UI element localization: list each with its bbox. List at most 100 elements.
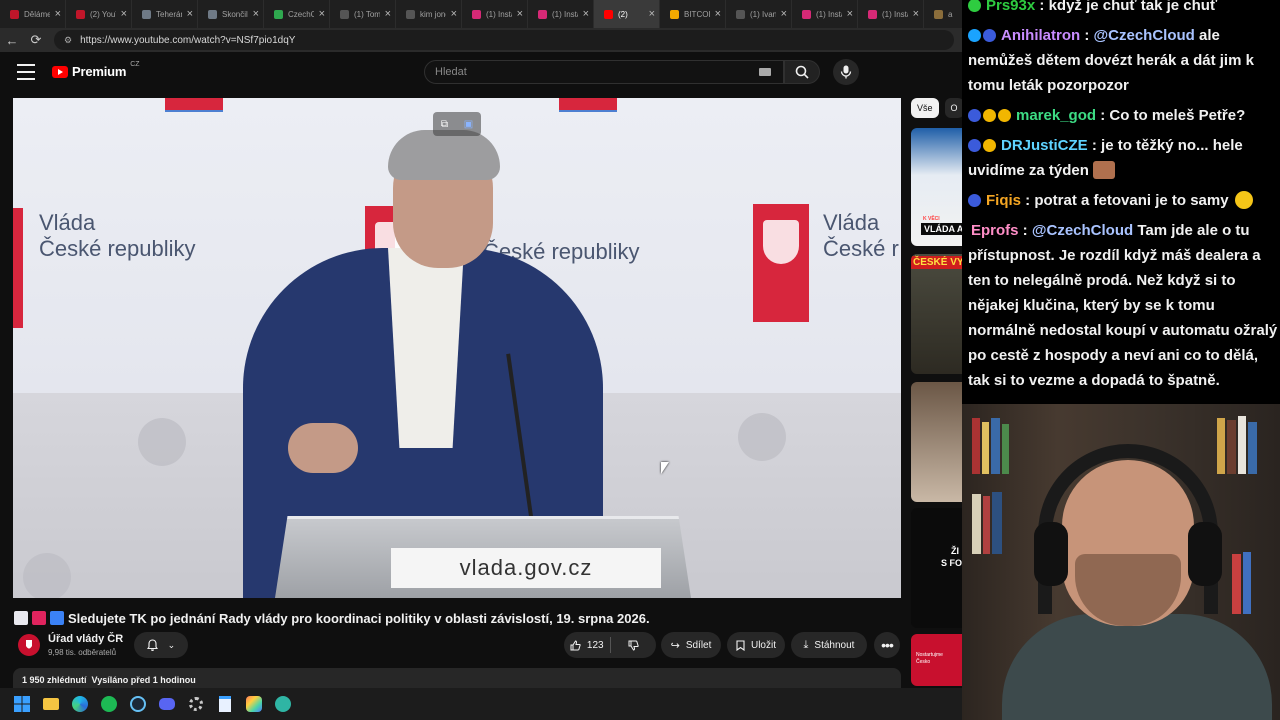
related-video-thumbnail[interactable]: VLÁDA A K VĚCI <box>911 128 962 246</box>
browser-tab[interactable]: Skončil × <box>198 0 264 28</box>
browser-tab[interactable]: Teheráné × <box>132 0 198 28</box>
book <box>1227 420 1236 474</box>
windows-start-icon[interactable] <box>12 694 32 714</box>
tab-favicon-icon <box>802 9 811 19</box>
tab-close-icon[interactable]: × <box>319 8 325 20</box>
related-video-thumbnail[interactable]: ČESKÉ VY <box>911 254 962 374</box>
settings-icon[interactable] <box>186 694 206 714</box>
tab-favicon-icon <box>76 9 85 19</box>
youtube-logo[interactable]: Premium CZ <box>52 61 140 79</box>
related-video-thumbnail[interactable] <box>911 382 962 502</box>
wall-text-right: Vláda České r <box>823 210 899 261</box>
browser-tab[interactable]: (1) Tom × <box>330 0 396 28</box>
tab-close-icon[interactable]: × <box>583 8 589 20</box>
browser-tab[interactable]: BITCOIN × <box>660 0 726 28</box>
chat-username[interactable]: Eprofs <box>971 222 1019 239</box>
chat-username[interactable]: Prs93x <box>986 0 1035 14</box>
url-field[interactable]: ⚙ https://www.youtube.com/watch?v=NSf7pi… <box>54 30 954 50</box>
tab-close-icon[interactable]: × <box>187 8 193 20</box>
tab-close-icon[interactable]: × <box>451 8 457 20</box>
view-count: 1 950 zhlédnutí <box>22 675 87 685</box>
search-button[interactable] <box>784 60 820 84</box>
chip-channel[interactable]: O <box>944 98 962 118</box>
edge-browser-icon[interactable] <box>70 694 90 714</box>
channel-name[interactable]: Úřad vlády ČR <box>48 633 123 645</box>
thumbs-down-icon <box>628 640 639 651</box>
miniplayer-icon[interactable]: ⧉ <box>441 119 448 130</box>
tab-close-icon[interactable]: × <box>847 8 853 20</box>
description-box[interactable]: 1 950 zhlédnutí Vysíláno před 1 hodinou <box>13 668 901 688</box>
browser-tab[interactable]: kim jong × <box>396 0 462 28</box>
floor-emblem <box>738 413 786 461</box>
related-video-thumbnail[interactable]: ŽI S FO <box>911 508 962 628</box>
tab-close-icon[interactable]: × <box>781 8 787 20</box>
book <box>991 418 1000 474</box>
tab-close-icon[interactable]: × <box>913 8 919 20</box>
tab-close-icon[interactable]: × <box>253 8 259 20</box>
site-info-icon[interactable]: ⚙ <box>64 35 72 46</box>
chat-mention[interactable]: @CzechCloud <box>1094 27 1195 44</box>
book <box>992 492 1002 554</box>
channel-avatar[interactable] <box>18 634 40 656</box>
share-button[interactable]: ↪ Sdílet <box>661 632 721 658</box>
discord-icon[interactable] <box>157 694 177 714</box>
browser-tab[interactable]: CzechCl × <box>264 0 330 28</box>
browser-tab[interactable]: (1) Insta × <box>858 0 924 28</box>
chat-mention[interactable]: @CzechCloud <box>1032 222 1133 239</box>
browser-address-bar: ← ⟳ ⚙ https://www.youtube.com/watch?v=NS… <box>0 28 962 52</box>
chat-username[interactable]: Fiqis <box>986 192 1021 209</box>
browser-tab[interactable]: (1) Insta × <box>462 0 528 28</box>
tab-label: BITCOIN <box>684 9 710 19</box>
player-overlay-controls[interactable]: ⧉ ▣ <box>433 112 481 136</box>
voice-search-button[interactable] <box>833 59 859 85</box>
tab-close-icon[interactable]: × <box>649 8 655 20</box>
cast-icon[interactable]: ▣ <box>464 119 473 130</box>
chat-username[interactable]: marek_god <box>1016 107 1096 124</box>
search-input[interactable]: Hledat <box>424 60 784 84</box>
reload-icon[interactable]: ⟳ <box>24 28 48 52</box>
chat-text: když je chuť tak je chuť <box>1048 0 1218 14</box>
tab-close-icon[interactable]: × <box>517 8 523 20</box>
streamer-body <box>1002 614 1272 720</box>
tab-label: (1) Tom <box>354 9 380 19</box>
tab-close-icon[interactable]: × <box>715 8 721 20</box>
chat-message: Fiqis : potrat a fetovani je to samy <box>968 188 1280 213</box>
browser-tab[interactable]: (1) Insta × <box>792 0 858 28</box>
back-icon[interactable]: ← <box>0 28 24 52</box>
like-button[interactable]: 123 <box>564 632 610 658</box>
download-button[interactable]: ⤓ Stáhnout <box>791 632 867 658</box>
bell-icon <box>146 639 158 651</box>
chip-all[interactable]: Vše <box>911 98 939 118</box>
video-title: Sledujete TK po jednání Rady vlády pro k… <box>14 608 914 628</box>
notification-bell-button[interactable]: ⌄ <box>134 632 188 658</box>
file-explorer-icon[interactable] <box>41 694 61 714</box>
chat-message: DRJustiCZE : je to těžký no... hele uvid… <box>968 133 1280 183</box>
notepad-icon[interactable] <box>215 694 235 714</box>
browser-tab[interactable]: a× <box>924 0 962 28</box>
tab-close-icon[interactable]: × <box>55 8 61 20</box>
creative-app-icon[interactable] <box>244 694 264 714</box>
chat-username[interactable]: DRJustiCZE <box>1001 137 1088 154</box>
thumbnail-caption: VLÁDA A <box>921 223 962 235</box>
chat-badge-icon <box>983 29 996 42</box>
steam-icon[interactable] <box>128 694 148 714</box>
tab-close-icon[interactable]: × <box>121 8 127 20</box>
spotify-icon[interactable] <box>99 694 119 714</box>
tab-close-icon[interactable]: × <box>385 8 391 20</box>
video-player[interactable]: Vláda České republiky České republiky Vl… <box>13 98 901 598</box>
chat-username[interactable]: Anihilatron <box>1001 27 1080 44</box>
related-video-thumbnail[interactable]: Nostartujme Česko <box>911 634 962 686</box>
keyboard-icon[interactable] <box>759 68 771 76</box>
save-button[interactable]: Uložit <box>727 632 785 658</box>
browser-tab[interactable]: (1) Insta × <box>528 0 594 28</box>
globe-app-icon[interactable] <box>273 694 293 714</box>
more-actions-button[interactable]: ••• <box>874 632 900 658</box>
share-label: Sdílet <box>685 639 712 651</box>
menu-icon[interactable] <box>17 64 35 80</box>
chat-badge-icon <box>998 109 1011 122</box>
browser-tab[interactable]: (1) Ivan × <box>726 0 792 28</box>
browser-tab[interactable]: Děláme × <box>0 0 66 28</box>
browser-tab[interactable]: (2) YouT × <box>66 0 132 28</box>
browser-tab[interactable]: (2) × <box>594 0 660 28</box>
dislike-button[interactable] <box>611 632 657 658</box>
